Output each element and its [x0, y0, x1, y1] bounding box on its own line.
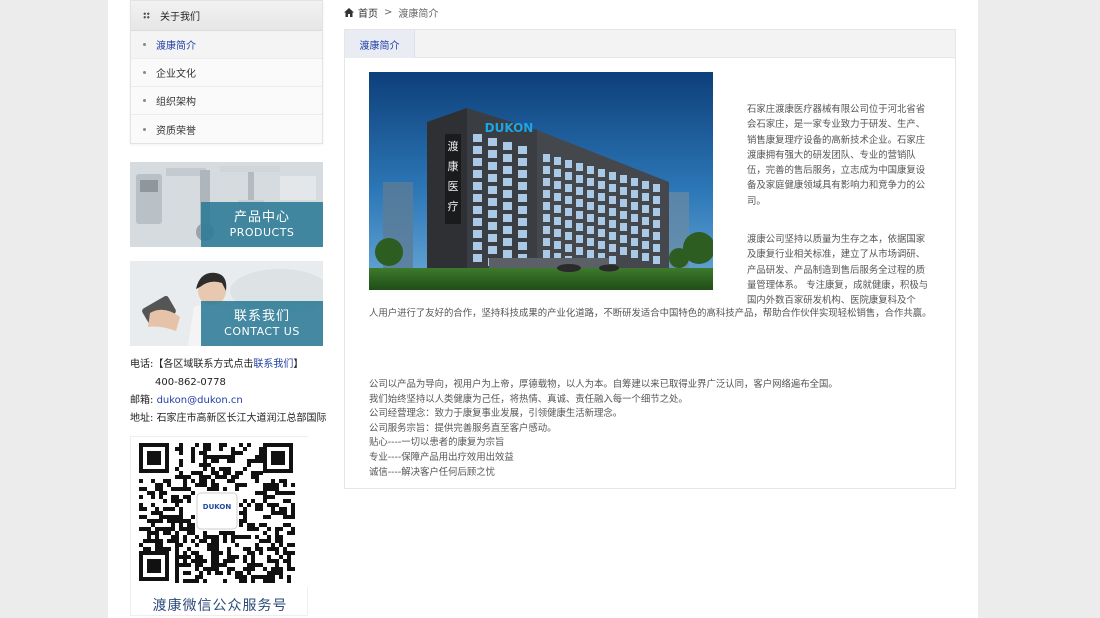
mail-label: 邮箱:	[130, 395, 154, 406]
wechat-qr-code: DUKON	[131, 437, 309, 587]
sidebar-item-label: 组织架构	[156, 97, 196, 108]
bullet-icon	[143, 71, 146, 74]
products-title-cn: 产品中心	[233, 210, 290, 225]
products-title-en: PRODUCTS	[229, 226, 295, 239]
breadcrumb-home-link[interactable]: 首页	[358, 5, 378, 20]
address-line: 地址: 石家庄市高新区长江大道润江总部国际	[130, 410, 328, 428]
contact-us-link[interactable]: 联系我们	[253, 359, 293, 370]
tab-bar: 渡康简介	[345, 30, 955, 58]
contact-title-cn: 联系我们	[233, 309, 290, 324]
list-item: 我们始终坚持以人类健康为己任，将热情、真诚、责任融入每一个细节之处。	[369, 393, 688, 405]
qr-logo-text: DUKON	[203, 503, 232, 511]
sidebar-item-culture[interactable]: 企业文化	[131, 59, 322, 87]
address-text: 石家庄市高新区长江大道润江总部国际	[156, 413, 327, 424]
phone-prefix: 电话:【各区域联系方式点击	[130, 359, 254, 370]
contact-info: 电话:【各区域联系方式点击联系我们】 400-862-0778 邮箱: duko…	[108, 356, 328, 428]
qr-caption: 渡康微信公众服务号	[152, 598, 288, 614]
contact-title-en: CONTACT US	[224, 325, 300, 338]
bullet-icon	[143, 99, 146, 102]
article-panel: 渡康简介 渡 康 医 疗 DUKON 石家庄渡康医疗器械有限公司位于河北省省会石…	[344, 29, 956, 489]
breadcrumb-separator: >	[384, 6, 393, 18]
sidebar: 关于我们 渡康简介 企业文化 组织架构 资质荣誉 产品中心 PRODUCTS 联…	[130, 0, 327, 616]
about-menu-title: 关于我们	[160, 12, 200, 23]
sidebar-item-label: 企业文化	[156, 69, 196, 80]
about-menu: 关于我们 渡康简介 企业文化 组织架构 资质荣誉	[130, 0, 323, 144]
building-char-3: 医	[448, 180, 459, 193]
address-label: 地址:	[130, 413, 154, 424]
list-item: 诚信----解决客户任何后顾之忧	[369, 466, 496, 478]
sidebar-item-honors[interactable]: 资质荣誉	[131, 115, 322, 143]
intro-paragraph-1: 石家庄渡康医疗器械有限公司位于河北省省会石家庄，是一家专业致力于研发、生产、销售…	[747, 104, 926, 207]
page: 关于我们 渡康简介 企业文化 组织架构 资质荣誉 产品中心 PRODUCTS 联…	[108, 0, 978, 618]
sidebar-item-label: 资质荣誉	[156, 125, 196, 137]
building-char-1: 渡	[448, 139, 459, 153]
products-banner[interactable]: 产品中心 PRODUCTS	[130, 162, 323, 247]
list-item: 公司服务宗旨：提供完善服务直至客户感动。	[369, 422, 557, 434]
grid-dots-icon	[143, 12, 150, 19]
contact-banner[interactable]: 联系我们 CONTACT US	[130, 261, 323, 346]
main-content: 首页 > 渡康简介 渡康简介 渡 康 医 疗 DUKON 石家庄渡康医疗器械有限…	[344, 0, 956, 489]
list-item: 贴心----一切以患者的康复为宗旨	[369, 437, 505, 449]
intro-paragraph-2: 渡康公司坚持以质量为生存之本，依据国家及康复行业相关标准，建立了从市场调研、产品…	[747, 234, 929, 307]
intro-paragraph-2-continued: 人用户进行了友好的合作，坚持科技成果的产业化道路，不断研发适合中国特色的高科技产…	[369, 308, 932, 319]
products-label-box: 产品中心 PRODUCTS	[201, 202, 323, 247]
sidebar-item-label: 渡康简介	[156, 41, 196, 52]
building-char-2: 康	[448, 159, 459, 173]
mail-line: 邮箱: dukon@dukon.cn	[130, 392, 328, 410]
bullet-icon	[143, 43, 146, 46]
list-item: 公司经营理念：致力于康复事业发展，引领健康生活新理念。	[369, 408, 623, 420]
article-content: 渡 康 医 疗 DUKON 石家庄渡康医疗器械有限公司位于河北省省会石家庄，是一…	[345, 58, 955, 488]
values-list: 公司以产品为导向，视用户为上帝，厚德载物，以人为本。自筹建以来已取得业界广泛认同…	[369, 378, 939, 480]
contact-label-box: 联系我们 CONTACT US	[201, 301, 323, 346]
bullet-icon	[143, 127, 146, 131]
about-menu-header[interactable]: 关于我们	[131, 1, 322, 31]
mail-address[interactable]: dukon@dukon.cn	[157, 395, 243, 406]
list-item: 公司以产品为导向，视用户为上帝，厚德载物，以人为本。自筹建以来已取得业界广泛认同…	[369, 379, 838, 390]
phone-line: 电话:【各区域联系方式点击联系我们】	[130, 356, 328, 374]
sidebar-item-intro[interactable]: 渡康简介	[131, 31, 322, 59]
breadcrumb: 首页 > 渡康简介	[344, 0, 956, 24]
wechat-qr-card: DUKON 渡康微信公众服务号	[130, 436, 309, 616]
building-logo-sign: DUKON	[485, 121, 534, 135]
list-item: 专业----保障产品用出疗效用出效益	[369, 451, 514, 463]
phone-number: 400-862-0778	[155, 377, 226, 388]
tab-intro[interactable]: 渡康简介	[345, 30, 415, 58]
breadcrumb-current: 渡康简介	[398, 8, 439, 20]
building-char-4: 疗	[448, 199, 459, 213]
phone-suffix: 】	[293, 359, 304, 370]
home-icon[interactable]	[344, 7, 354, 17]
sidebar-item-structure[interactable]: 组织架构	[131, 87, 322, 115]
company-building-photo: 渡 康 医 疗 DUKON	[369, 72, 713, 290]
